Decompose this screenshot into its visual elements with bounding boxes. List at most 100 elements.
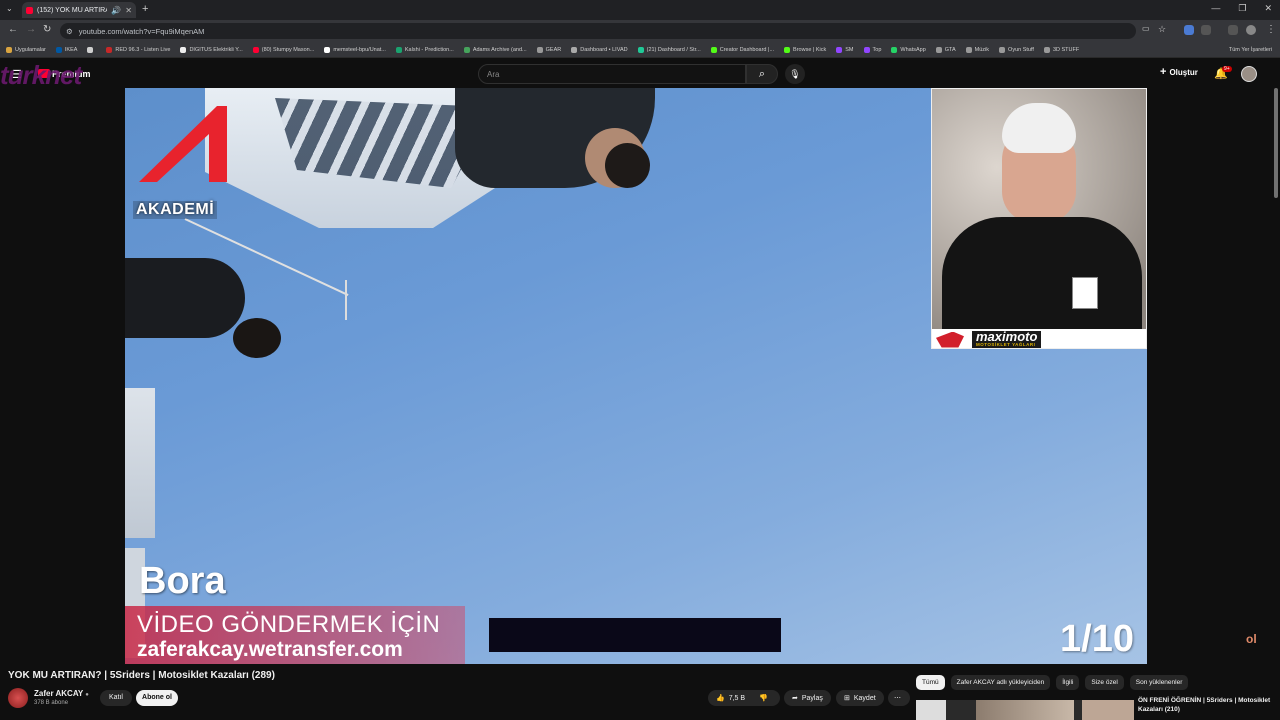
bookmark-item[interactable]: Dashboard • LIVAD: [571, 46, 628, 53]
bookmark-label: (80) Stumpy Mason...: [261, 46, 315, 53]
bookmark-favicon-icon: [180, 46, 187, 53]
bookmark-item[interactable]: Oyun Stuff: [999, 46, 1034, 53]
save-label: Kaydet: [853, 694, 876, 702]
bookmark-item[interactable]: GTA: [935, 46, 956, 53]
dislike-icon[interactable]: 👎: [759, 694, 768, 702]
bookmark-label: DIGITUS Elektrikli Y...: [189, 46, 243, 53]
bookmark-favicon-icon: [863, 46, 870, 53]
recommendation-title[interactable]: ÖN FRENİ ÖĞRENİN | 5Sriders | Motosiklet…: [1138, 696, 1278, 714]
bookmark-item[interactable]: Kalshi - Prediction...: [395, 46, 454, 53]
sidebar-icon[interactable]: [1228, 25, 1238, 35]
browser-tab-strip: ⌄ (152) YOK MU ARTIRAN? | 🔊 ✕ + — ❐ ✕: [0, 0, 1280, 20]
video-player[interactable]: AKADEMİ Bora VİDEO GÖNDERMEK İÇİN zafera…: [125, 88, 1147, 664]
plus-icon: +: [1160, 66, 1167, 78]
bookmark-item[interactable]: Adams Archive (and...: [463, 46, 527, 53]
bookmark-star-icon[interactable]: ☆: [1158, 24, 1166, 35]
bookmark-item[interactable]: RED 96.3 - Listen Live: [106, 46, 171, 53]
bookmark-item[interactable]: (80) Stumpy Mason...: [252, 46, 315, 53]
bookmark-label: GTA: [944, 46, 956, 53]
reload-icon[interactable]: ↻: [43, 24, 51, 35]
extensions-puzzle-icon[interactable]: [1201, 25, 1211, 35]
recommendation-thumbnail[interactable]: [916, 700, 1134, 720]
share-icon: ➦: [792, 695, 798, 702]
bookmark-label: memsteel-bpu/Unat...: [333, 46, 386, 53]
redaction-bar: [489, 618, 781, 652]
bookmark-favicon-icon: [891, 46, 898, 53]
close-tab-icon[interactable]: ✕: [125, 6, 132, 15]
bookmark-favicon-icon: [463, 46, 470, 53]
forward-icon[interactable]: →: [26, 24, 36, 35]
bookmark-label: RED 96.3 - Listen Live: [115, 46, 171, 53]
bookmark-item[interactable]: SM: [836, 46, 854, 53]
bookmark-label: Uygulamalar: [15, 46, 46, 53]
bookmark-label: SM: [845, 46, 854, 53]
new-tab-icon[interactable]: +: [142, 3, 148, 15]
site-info-icon[interactable]: ⚙: [66, 27, 73, 36]
channel-avatar[interactable]: [8, 688, 28, 708]
video-person-left-head: [233, 318, 281, 358]
bookmark-item[interactable]: Top: [863, 46, 882, 53]
bookmark-item[interactable]: Müzik: [965, 46, 990, 53]
voice-search-button[interactable]: 🎙: [785, 64, 805, 84]
minimize-icon[interactable]: —: [1211, 3, 1220, 14]
profile-icon[interactable]: [1246, 25, 1256, 35]
clip-counter: 1/10: [1060, 618, 1134, 660]
bookmark-label: Top: [872, 46, 882, 53]
sponsor-banner: maximoto MOTOSİKLET YAĞLARI: [932, 329, 1146, 348]
bookmark-item[interactable]: memsteel-bpu/Unat...: [324, 46, 386, 53]
bookmark-item[interactable]: Browse | Kick: [784, 46, 826, 53]
search-input[interactable]: Ara: [478, 64, 746, 84]
verified-icon: ●: [85, 692, 89, 698]
like-icon[interactable]: 👍: [716, 694, 725, 702]
bookmark-item[interactable]: DIGITUS Elektrikli Y...: [180, 46, 243, 53]
subscriber-count: 378 B abone: [34, 700, 69, 706]
filter-chip[interactable]: Son yüklenenler: [1129, 675, 1189, 690]
corner-channel-logo-icon: ol: [1246, 632, 1257, 646]
more-actions-button[interactable]: ⋯: [888, 690, 910, 706]
bookmark-item[interactable]: (21) Dashboard / Str...: [637, 46, 701, 53]
bookmark-favicon-icon: [784, 46, 791, 53]
close-window-icon[interactable]: ✕: [1264, 3, 1272, 14]
channel-name[interactable]: Zafer AKCAY ●: [34, 689, 89, 698]
all-bookmarks-folder[interactable]: Tüm Yer İşaretleri: [1229, 47, 1280, 53]
save-button[interactable]: ⊞ Kaydet: [836, 690, 884, 706]
create-button[interactable]: + Oluştur: [1160, 66, 1198, 78]
bookmark-item[interactable]: IKEA: [55, 46, 77, 53]
browser-menu-icon[interactable]: ⋮: [1266, 24, 1276, 35]
recommendation-filter-chips: Tümü Zafer AKCAY adlı yükleyiciden İlgili S…: [916, 675, 1189, 690]
browser-tab-active[interactable]: (152) YOK MU ARTIRAN? | 🔊 ✕: [22, 2, 136, 18]
bookmark-item[interactable]: Creator Dashboard |...: [710, 46, 774, 53]
speaker-icon[interactable]: 🔊: [111, 6, 121, 15]
like-count[interactable]: 7,5 B: [729, 695, 745, 702]
extension-icon[interactable]: [1184, 25, 1194, 35]
bookmark-item[interactable]: [87, 46, 96, 53]
search-button[interactable]: ⌕: [746, 64, 778, 84]
bookmark-item[interactable]: Uygulamalar: [6, 46, 46, 53]
bookmark-item[interactable]: WhatsApp: [891, 46, 926, 53]
account-avatar[interactable]: [1241, 66, 1257, 82]
back-icon[interactable]: ←: [8, 24, 18, 35]
bookmark-label: Müzik: [974, 46, 990, 53]
cast-icon[interactable]: ▭: [1142, 24, 1150, 33]
join-button[interactable]: Katıl: [100, 690, 132, 706]
filter-chip[interactable]: Size özel: [1085, 675, 1124, 690]
share-button[interactable]: ➦ Paylaş: [784, 690, 831, 706]
filter-chip[interactable]: Zafer AKCAY adlı yükleyiciden: [950, 675, 1051, 690]
url-omnibox[interactable]: ⚙ youtube.com/watch?v=Fqu9iMqenAM: [60, 23, 1136, 39]
send-video-url: zaferakcay.wetransfer.com: [137, 638, 403, 661]
subscribe-button[interactable]: Abone ol: [136, 690, 178, 706]
bookmark-item[interactable]: 3D STUFF: [1043, 46, 1079, 53]
presenter-hair: [1002, 103, 1076, 153]
url-text: youtube.com/watch?v=Fqu9iMqenAM: [78, 26, 205, 36]
maximize-icon[interactable]: ❐: [1238, 3, 1246, 14]
filter-chip[interactable]: İlgili: [1056, 675, 1080, 690]
bookmark-label: Dashboard • LIVAD: [580, 46, 628, 53]
shirt-logo-icon: [1072, 277, 1098, 309]
search-placeholder: Ara: [487, 69, 500, 79]
filter-chip[interactable]: Tümü: [916, 675, 945, 690]
tab-title: (152) YOK MU ARTIRAN? |: [37, 6, 107, 14]
bookmark-item[interactable]: GEAR: [536, 46, 561, 53]
send-video-text: VİDEO GÖNDERMEK İÇİN: [137, 611, 441, 638]
tab-search-icon[interactable]: ⌄: [6, 4, 13, 13]
page-scrollbar[interactable]: [1274, 88, 1278, 198]
